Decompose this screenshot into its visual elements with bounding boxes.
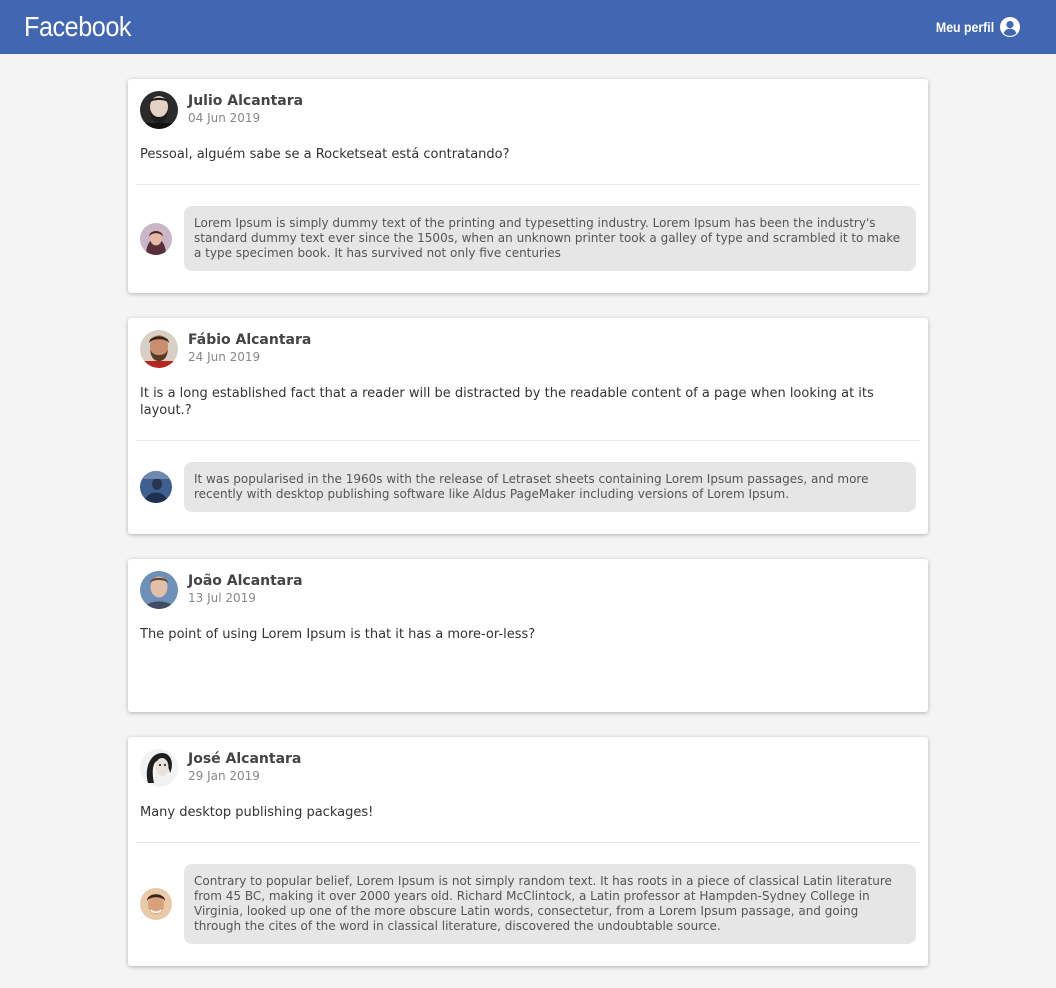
post-divider <box>136 842 920 843</box>
post-content: Pessoal, alguém sabe se a Rocketseat est… <box>140 147 510 162</box>
author-block: Julio Alcantara 04 Jun 2019 <box>188 93 303 127</box>
post-content: It is a long established fact that a rea… <box>140 386 874 418</box>
post-date: 24 Jun 2019 <box>188 350 261 364</box>
author-avatar[interactable] <box>140 91 178 129</box>
post-header: João Alcantara 13 Jul 2019 <box>140 571 916 609</box>
comment-content: It was popularised in the 1960s with the… <box>184 462 916 512</box>
news-feed: Julio Alcantara 04 Jun 2019 Pessoal, alg… <box>128 79 928 966</box>
post-content: Many desktop publishing packages! <box>140 805 374 820</box>
comment: Lorem Ipsum is simply dummy text of the … <box>140 206 916 271</box>
post-header: Julio Alcantara 04 Jun 2019 <box>140 91 916 129</box>
user-circle-icon <box>1000 17 1020 37</box>
post-header: José Alcantara 29 Jan 2019 <box>140 749 916 787</box>
commenter-avatar[interactable] <box>140 471 172 503</box>
post-header: Fábio Alcantara 24 Jun 2019 <box>140 330 916 368</box>
my-profile-link[interactable]: Meu perfil <box>928 17 1020 37</box>
post-content: The point of using Lorem Ipsum is that i… <box>140 627 536 642</box>
post-card: José Alcantara 29 Jan 2019 Many desktop … <box>128 737 928 966</box>
author-name[interactable]: Fábio Alcantara <box>188 332 311 349</box>
commenter-avatar[interactable] <box>140 222 172 255</box>
app-logo[interactable]: Facebook <box>24 11 132 43</box>
commenter-avatar[interactable] <box>140 888 172 920</box>
post-card: João Alcantara 13 Jul 2019 The point of … <box>128 559 928 712</box>
post-date: 13 Jul 2019 <box>188 591 256 605</box>
comment-content: Lorem Ipsum is simply dummy text of the … <box>184 206 916 271</box>
author-avatar[interactable] <box>140 330 178 368</box>
top-bar: Facebook Meu perfil <box>0 0 1056 54</box>
author-block: Fábio Alcantara 24 Jun 2019 <box>188 332 311 366</box>
author-name[interactable]: Julio Alcantara <box>188 93 303 110</box>
comment-content: Contrary to popular belief, Lorem Ipsum … <box>184 864 916 944</box>
author-name[interactable]: José Alcantara <box>188 751 301 768</box>
comment: It was popularised in the 1960s with the… <box>140 462 916 512</box>
post-divider <box>136 184 920 185</box>
author-name[interactable]: João Alcantara <box>188 573 303 590</box>
my-profile-label: Meu perfil <box>935 19 994 35</box>
author-avatar[interactable] <box>140 571 178 609</box>
author-avatar[interactable] <box>140 749 178 787</box>
post-date: 29 Jan 2019 <box>188 769 260 783</box>
post-card: Fábio Alcantara 24 Jun 2019 It is a long… <box>128 318 928 534</box>
author-block: José Alcantara 29 Jan 2019 <box>188 751 301 785</box>
post-card: Julio Alcantara 04 Jun 2019 Pessoal, alg… <box>128 79 928 293</box>
comment: Contrary to popular belief, Lorem Ipsum … <box>140 864 916 944</box>
post-date: 04 Jun 2019 <box>188 111 261 125</box>
post-divider <box>136 440 920 441</box>
author-block: João Alcantara 13 Jul 2019 <box>188 573 303 607</box>
